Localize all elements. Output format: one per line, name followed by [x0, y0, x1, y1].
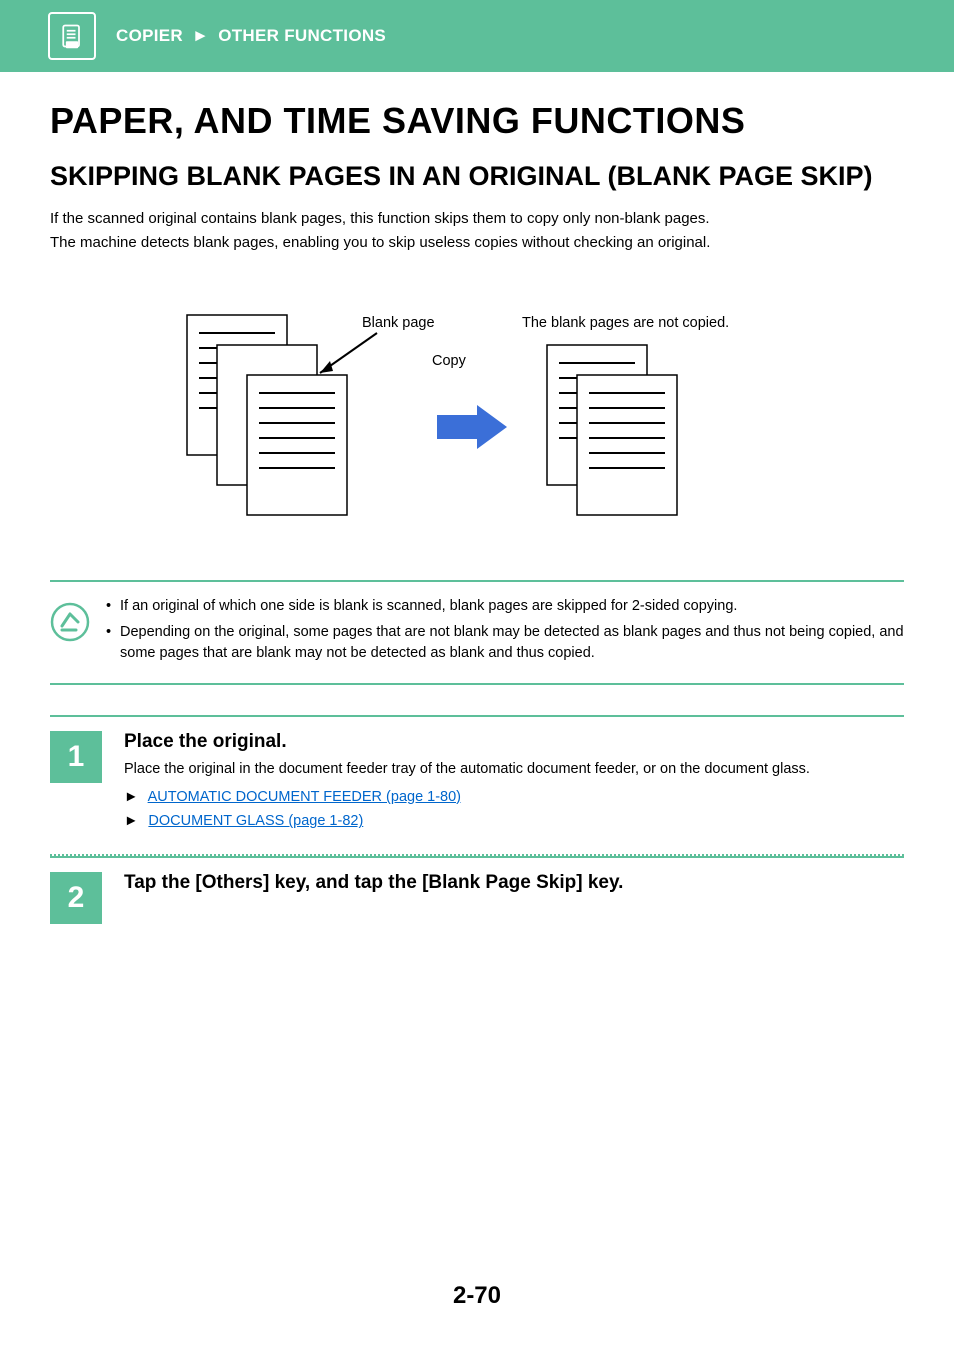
link-document-glass[interactable]: DOCUMENT GLASS (page 1-82) [148, 813, 363, 829]
page-number: 2-70 [0, 1282, 954, 1310]
intro-line: The machine detects blank pages, enablin… [50, 232, 904, 255]
step-body: Tap the [Others] key, and tap the [Blank… [124, 872, 904, 924]
step-number-badge: 1 [50, 731, 102, 783]
breadcrumb: COPIER ► OTHER FUNCTIONS [116, 26, 386, 46]
notes-block: If an original of which one side is blan… [50, 580, 904, 685]
note-icon [50, 602, 90, 642]
blank-page-skip-diagram: Blank page Copy The blank pages are not … [127, 305, 827, 540]
header-bar: COPIER ► OTHER FUNCTIONS [0, 0, 954, 72]
diagram-label-copy: Copy [432, 353, 466, 369]
note-item: If an original of which one side is blan… [106, 596, 904, 618]
step-title: Place the original. [124, 731, 904, 753]
notes-list: If an original of which one side is blan… [106, 596, 904, 669]
step-1: 1 Place the original. Place the original… [50, 715, 904, 856]
step-link-line: ► DOCUMENT GLASS (page 1-82) [124, 809, 904, 834]
diagram-label-blank-page: Blank page [362, 315, 435, 331]
note-item: Depending on the original, some pages th… [106, 622, 904, 666]
step-2: 2 Tap the [Others] key, and tap the [Bla… [50, 856, 904, 944]
breadcrumb-page[interactable]: OTHER FUNCTIONS [218, 26, 386, 45]
intro-line: If the scanned original contains blank p… [50, 208, 904, 231]
step-link-line: ► AUTOMATIC DOCUMENT FEEDER (page 1-80) [124, 785, 904, 810]
link-arrow-icon: ► [124, 813, 138, 829]
step-number-badge: 2 [50, 872, 102, 924]
breadcrumb-section[interactable]: COPIER [116, 26, 183, 45]
section-title: SKIPPING BLANK PAGES IN AN ORIGINAL (BLA… [50, 160, 904, 194]
page-content: PAPER, AND TIME SAVING FUNCTIONS SKIPPIN… [0, 72, 954, 944]
link-arrow-icon: ► [124, 789, 138, 805]
link-automatic-document-feeder[interactable]: AUTOMATIC DOCUMENT FEEDER (page 1-80) [148, 789, 461, 805]
step-title: Tap the [Others] key, and tap the [Blank… [124, 872, 904, 894]
breadcrumb-arrow-icon: ► [192, 26, 209, 45]
step-description: Place the original in the document feede… [124, 759, 904, 781]
step-body: Place the original. Place the original i… [124, 731, 904, 834]
diagram-label-result: The blank pages are not copied. [522, 315, 729, 331]
page-title: PAPER, AND TIME SAVING FUNCTIONS [50, 100, 904, 142]
intro-text: If the scanned original contains blank p… [50, 208, 904, 255]
copier-section-icon [48, 12, 96, 60]
